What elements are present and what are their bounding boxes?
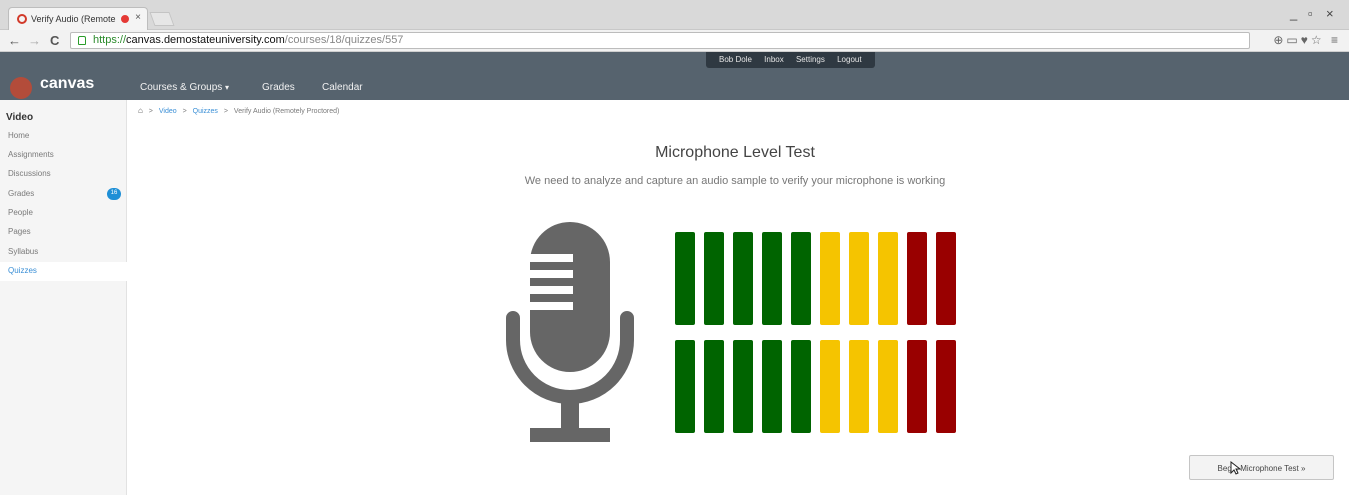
- grades-count-badge: 16: [107, 188, 121, 200]
- level-bar: [791, 232, 811, 325]
- inbox-link[interactable]: Inbox: [764, 55, 784, 64]
- breadcrumb-current: Verify Audio (Remotely Proctored): [233, 108, 340, 115]
- courses-groups-label: Courses & Groups: [140, 82, 223, 93]
- url-path: /courses/18/quizzes/557: [284, 34, 404, 46]
- course-title[interactable]: Video: [6, 112, 33, 123]
- browser-tab-strip: Verify Audio (Remote × _ ▫ ×: [0, 0, 1349, 31]
- sidebar-item-pages[interactable]: Pages: [0, 223, 127, 242]
- courses-groups-menu[interactable]: Courses & Groups ▾: [140, 82, 229, 93]
- window-close-icon[interactable]: ×: [1326, 6, 1334, 21]
- level-bar: [704, 340, 724, 433]
- sidebar-item-discussions[interactable]: Discussions: [0, 165, 127, 184]
- level-bar: [820, 340, 840, 433]
- back-arrow-icon[interactable]: ←: [8, 33, 21, 48]
- level-bar: [936, 232, 956, 325]
- user-menu: Bob Dole Inbox Settings Logout: [706, 52, 875, 68]
- microphone-icon: [506, 222, 634, 442]
- breadcrumb-video[interactable]: Video: [159, 108, 177, 115]
- sidebar-item-label: Grades: [8, 189, 35, 198]
- forward-arrow-icon[interactable]: →: [28, 33, 41, 48]
- level-bar: [907, 340, 927, 433]
- level-bar: [675, 340, 695, 433]
- tab-favicon-icon: [17, 14, 27, 24]
- level-bar: [849, 232, 869, 325]
- url-scheme: https://: [93, 34, 127, 46]
- course-nav: Video Home Assignments Discussions Grade…: [0, 100, 127, 495]
- level-bar: [762, 232, 782, 325]
- sidebar-item-quizzes[interactable]: Quizzes: [0, 262, 127, 281]
- reload-icon[interactable]: C: [50, 33, 59, 48]
- recording-indicator-icon: [121, 15, 129, 23]
- address-bar: ← → C https://canvas.demostateuniversity…: [0, 30, 1349, 52]
- level-bar: [733, 340, 753, 433]
- level-bar: [936, 340, 956, 433]
- tab-close-icon[interactable]: ×: [135, 12, 141, 23]
- page-title: Microphone Level Test: [655, 144, 815, 161]
- level-bar: [791, 340, 811, 433]
- new-tab-button[interactable]: [149, 12, 175, 26]
- level-bar: [762, 340, 782, 433]
- level-bar: [704, 232, 724, 325]
- sidebar-item-syllabus[interactable]: Syllabus: [0, 243, 127, 262]
- sidebar-item-assignments[interactable]: Assignments: [0, 146, 127, 165]
- mouse-cursor-icon: [1230, 461, 1241, 475]
- home-icon[interactable]: ⌂: [138, 106, 143, 115]
- url-host: canvas.demostateuniversity.com: [126, 34, 285, 46]
- canvas-header: Bob Dole Inbox Settings Logout canvas Co…: [0, 52, 1349, 100]
- minimize-icon[interactable]: _: [1290, 6, 1297, 21]
- sidebar-item-home[interactable]: Home: [0, 127, 127, 146]
- chevron-down-icon: ▾: [225, 83, 230, 92]
- level-bar: [733, 232, 753, 325]
- audio-level-meter: [675, 232, 965, 434]
- page-subtitle: We need to analyze and capture an audio …: [524, 175, 946, 187]
- breadcrumb-separator: >: [223, 108, 228, 115]
- begin-microphone-test-button[interactable]: Begin Microphone Test »: [1189, 455, 1334, 480]
- browser-tab[interactable]: Verify Audio (Remote ×: [8, 7, 148, 31]
- canvas-logo-icon[interactable]: [10, 77, 32, 99]
- logout-link[interactable]: Logout: [837, 55, 861, 64]
- lock-icon: [78, 36, 86, 45]
- breadcrumb-quizzes[interactable]: Quizzes: [193, 108, 218, 115]
- sidebar-item-grades[interactable]: Grades 16: [0, 185, 127, 204]
- level-bar: [675, 232, 695, 325]
- level-bar: [878, 232, 898, 325]
- level-bar: [820, 232, 840, 325]
- level-bar: [878, 340, 898, 433]
- screen: Verify Audio (Remote × _ ▫ × ← → C https…: [0, 0, 1349, 495]
- level-bar: [907, 232, 927, 325]
- level-bar: [849, 340, 869, 433]
- maximize-icon[interactable]: ▫: [1308, 6, 1313, 21]
- tab-title: Verify Audio (Remote: [31, 14, 116, 24]
- user-name-link[interactable]: Bob Dole: [719, 55, 752, 64]
- breadcrumb-separator: >: [148, 108, 153, 115]
- extension-icons[interactable]: ⊕▭♥☆ ≡: [1273, 33, 1341, 47]
- breadcrumb-separator: >: [182, 108, 187, 115]
- canvas-logo-text[interactable]: canvas: [40, 75, 94, 93]
- calendar-nav-link[interactable]: Calendar: [322, 82, 363, 93]
- settings-link[interactable]: Settings: [796, 55, 825, 64]
- breadcrumb: ⌂ > Video > Quizzes > Verify Audio (Remo…: [138, 106, 339, 115]
- url-input[interactable]: https://canvas.demostateuniversity.com/c…: [70, 32, 1250, 49]
- grades-nav-link[interactable]: Grades: [262, 82, 295, 93]
- sidebar-item-people[interactable]: People: [0, 204, 127, 223]
